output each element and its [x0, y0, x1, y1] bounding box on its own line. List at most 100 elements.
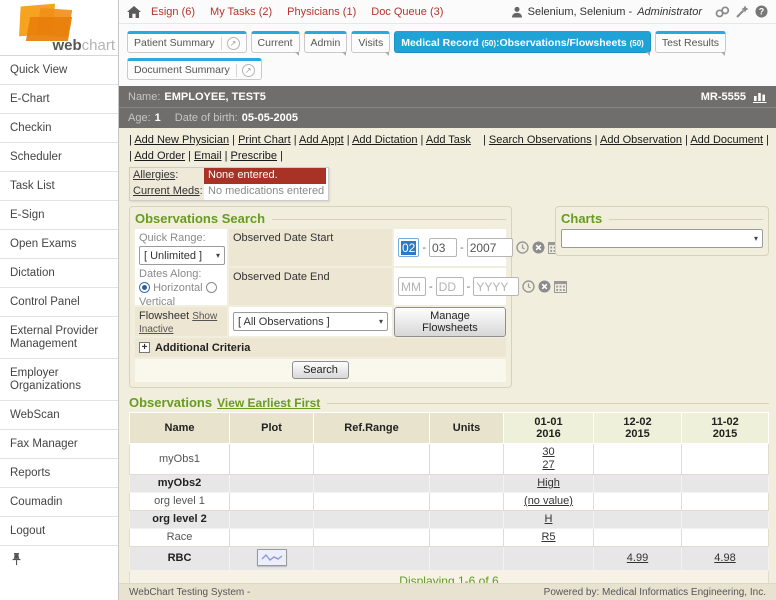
sidebar-item-control-panel[interactable]: Control Panel [0, 288, 118, 317]
obs-value-link[interactable]: (no value) [504, 495, 593, 508]
topnav-physicians[interactable]: Physicians (1) [287, 6, 356, 18]
sidebar-item-coumadin[interactable]: Coumadin [0, 488, 118, 517]
column-header-name[interactable]: Name [130, 413, 230, 444]
chevron-down-icon: ▾ [754, 234, 758, 243]
user-role: Administrator [637, 6, 702, 18]
view-earliest-first-link[interactable]: View Earliest First [217, 396, 320, 410]
sidebar-item-employer-organizations[interactable]: Employer Organizations [0, 359, 118, 401]
topnav-my-tasks[interactable]: My Tasks (2) [210, 6, 272, 18]
additional-criteria-toggle[interactable]: + Additional Criteria [135, 338, 506, 357]
flowsheet-select[interactable]: [ All Observations ]▾ [233, 312, 388, 331]
sidebar-item-reports[interactable]: Reports [0, 459, 118, 488]
obs-value-link[interactable]: High [504, 477, 593, 490]
obs-value-link[interactable]: 4.99 [594, 552, 681, 565]
obs-value-link[interactable]: 4.98 [682, 552, 768, 565]
start-day-input[interactable] [429, 238, 457, 257]
refrange-cell [314, 475, 430, 493]
link-add-document[interactable]: Add Document [690, 134, 763, 146]
sidebar-item-webscan[interactable]: WebScan [0, 401, 118, 430]
obs-value-link[interactable]: 30 [504, 446, 593, 459]
tab-admin[interactable]: Admin [304, 31, 348, 53]
link-add-new-physician[interactable]: Add New Physician [134, 134, 229, 146]
column-header-12-02-2015[interactable]: 12-022015 [594, 413, 682, 444]
column-header-11-02-2015[interactable]: 11-022015 [682, 413, 769, 444]
plot-cell [230, 529, 314, 547]
clear-date-icon[interactable] [532, 241, 545, 254]
bar-chart-icon[interactable] [753, 91, 767, 103]
sidebar-item-dictation[interactable]: Dictation [0, 259, 118, 288]
column-header-units[interactable]: Units [430, 413, 504, 444]
charts-select[interactable]: ▾ [561, 229, 763, 248]
current-meds-link[interactable]: Current Meds [133, 185, 200, 197]
clock-icon[interactable] [522, 280, 535, 293]
tab-visits[interactable]: Visits [351, 31, 390, 53]
link-email[interactable]: Email [194, 150, 222, 162]
home-icon[interactable] [127, 6, 141, 18]
divider [609, 219, 763, 220]
tab-patient-summary[interactable]: Patient Summary↗ [127, 31, 247, 53]
clear-date-icon[interactable] [538, 280, 551, 293]
user-name[interactable]: Selenium, Selenium - [528, 6, 633, 18]
tab-medical-record-50-observations-flowsheets-50[interactable]: Medical Record (50):Observations/Flowshe… [394, 31, 651, 53]
search-button[interactable]: Search [292, 361, 349, 379]
calendar-icon[interactable] [554, 280, 567, 293]
tab-test-results[interactable]: Test Results [655, 31, 726, 53]
tab-document-summary[interactable]: Document Summary↗ [127, 58, 262, 80]
topnav-esign[interactable]: Esign (6) [151, 6, 195, 18]
link-add-order[interactable]: Add Order [134, 150, 185, 162]
obs-value-link[interactable]: 27 [504, 459, 593, 472]
manage-flowsheets-button[interactable]: Manage Flowsheets [394, 307, 506, 337]
flowsheet-label-cell: Flowsheet Show Inactive [135, 307, 227, 336]
value-cell [682, 511, 769, 529]
sidebar-item-scheduler[interactable]: Scheduler [0, 143, 118, 172]
start-year-input[interactable] [467, 238, 513, 257]
sidebar-item-e-chart[interactable]: E-Chart [0, 85, 118, 114]
sidebar-item-quick-view[interactable]: Quick View [0, 56, 118, 85]
end-month-input[interactable] [398, 277, 426, 296]
help-icon[interactable]: ? [755, 5, 768, 18]
horizontal-radio[interactable] [139, 282, 150, 293]
tab-bar: Patient Summary↗CurrentAdminVisitsMedica… [119, 24, 776, 86]
sidebar-item-task-list[interactable]: Task List [0, 172, 118, 201]
sidebar-item-logout[interactable]: Logout [0, 517, 118, 546]
link-search-observations[interactable]: Search Observations [489, 134, 592, 146]
link-add-appt[interactable]: Add Appt [299, 134, 344, 146]
open-chart-chip[interactable]: ↗ [221, 37, 240, 50]
link-add-task[interactable]: Add Task [426, 134, 471, 146]
obs-value-link[interactable]: R5 [504, 531, 593, 544]
allergies-link[interactable]: Allergies [133, 169, 175, 181]
pin-icon[interactable] [12, 553, 21, 566]
column-header-ref-range[interactable]: Ref.Range [314, 413, 430, 444]
link-print-chart[interactable]: Print Chart [238, 134, 291, 146]
topnav-doc-queue[interactable]: Doc Queue (3) [371, 6, 443, 18]
sidebar-item-checkin[interactable]: Checkin [0, 114, 118, 143]
wand-icon[interactable] [736, 5, 749, 18]
quick-range-select[interactable]: [ Unlimited ]▾ [139, 246, 225, 265]
panels-row: Observations Search Observed Date Start … [129, 206, 769, 388]
divider [272, 219, 506, 220]
charts-header: Charts [561, 211, 763, 226]
link-prescribe[interactable]: Prescribe [231, 150, 277, 162]
sparkline-icon[interactable] [257, 549, 287, 566]
sidebar-item-external-provider-management[interactable]: External Provider Management [0, 317, 118, 359]
column-header-plot[interactable]: Plot [230, 413, 314, 444]
sidebar-menu: Quick ViewE-ChartCheckinSchedulerTask Li… [0, 56, 118, 546]
webchart-logo[interactable]: webchart [0, 0, 118, 56]
obs-value-link[interactable]: H [504, 513, 593, 526]
sidebar-item-e-sign[interactable]: E-Sign [0, 201, 118, 230]
link-add-observation[interactable]: Add Observation [600, 134, 682, 146]
vertical-radio[interactable] [206, 282, 217, 293]
tab-current[interactable]: Current [251, 31, 300, 53]
column-header-01-01-2016[interactable]: 01-012016 [504, 413, 594, 444]
open-chart-chip[interactable]: ↗ [236, 64, 255, 77]
link-icon[interactable] [715, 6, 730, 18]
value-cell [594, 511, 682, 529]
end-year-input[interactable] [473, 277, 519, 296]
flowsheet-label: Flowsheet [139, 310, 189, 322]
link-add-dictation[interactable]: Add Dictation [352, 134, 417, 146]
end-day-input[interactable] [436, 277, 464, 296]
sidebar-item-fax-manager[interactable]: Fax Manager [0, 430, 118, 459]
clock-icon[interactable] [516, 241, 529, 254]
start-month-input[interactable]: 02 [398, 238, 419, 257]
sidebar-item-open-exams[interactable]: Open Exams [0, 230, 118, 259]
